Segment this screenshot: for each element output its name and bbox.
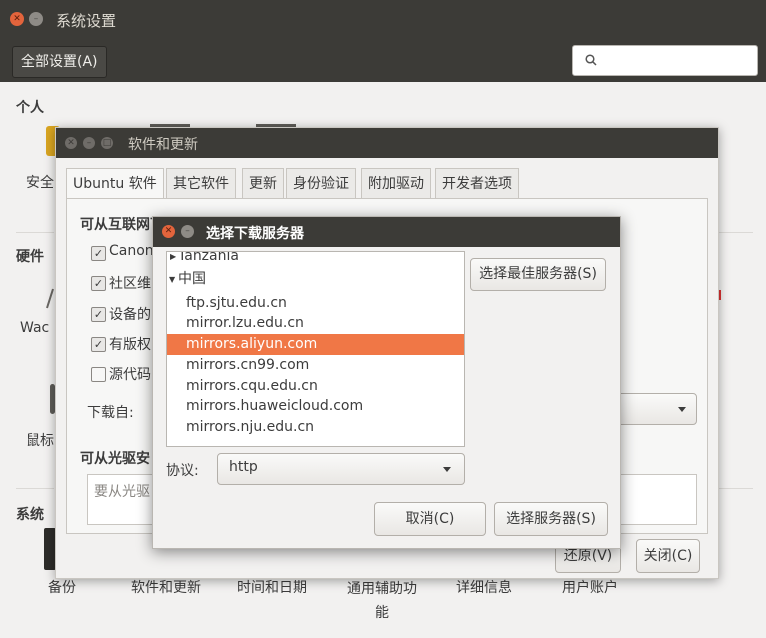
maximize-icon[interactable]: □ xyxy=(101,137,113,149)
divider xyxy=(16,232,54,233)
cancel-button[interactable]: 取消(C) xyxy=(374,502,486,536)
tab-ubuntu-software[interactable]: Ubuntu 软件 xyxy=(66,168,164,200)
chevron-down-icon xyxy=(443,467,451,472)
checkbox-source-code[interactable] xyxy=(91,367,106,382)
search-input[interactable] xyxy=(572,45,758,76)
grid-item-security[interactable]: 安全 xyxy=(26,172,54,192)
list-item-server[interactable]: mirrors.cn99.com xyxy=(167,355,464,376)
minimize-icon[interactable]: – xyxy=(83,137,95,149)
minimize-icon[interactable]: – xyxy=(181,225,194,238)
grid-item-user-accounts[interactable]: 用户账户 xyxy=(562,577,618,597)
close-button[interactable]: 关闭(C) xyxy=(636,539,700,573)
main-titlebar: ✕ – 系统设置 xyxy=(0,0,766,38)
all-settings-button[interactable]: 全部设置(A) xyxy=(12,46,107,78)
minimize-icon[interactable]: – xyxy=(29,12,43,26)
window-title: 软件和更新 xyxy=(128,137,198,153)
select-server-dialog: ✕ – 选择下载服务器 ▶ Tanzania ▼ 中国 ftp.sjtu.edu… xyxy=(152,216,621,549)
list-item-country[interactable]: ▼ 中国 xyxy=(167,269,464,290)
divider xyxy=(16,488,54,489)
divider xyxy=(717,232,753,233)
section-personal-label: 个人 xyxy=(16,100,44,116)
protocol-combo[interactable]: http xyxy=(217,453,465,485)
list-item-country[interactable]: ▶ Tanzania xyxy=(167,252,464,267)
grid-item-wacom[interactable]: Wac xyxy=(20,320,49,336)
section-hardware-label: 硬件 xyxy=(16,249,44,265)
list-item-server[interactable]: mirrors.nju.edu.cn xyxy=(167,417,464,438)
checkbox-source-code-label: 源代码 xyxy=(109,367,151,383)
list-item-server-selected[interactable]: mirrors.aliyun.com xyxy=(167,334,464,355)
window-title: 系统设置 xyxy=(56,12,117,30)
tab-other-software[interactable]: 其它软件 xyxy=(166,168,236,199)
download-from-label: 下载自: xyxy=(87,405,134,421)
tab-authentication[interactable]: 身份验证 xyxy=(286,168,356,199)
close-icon[interactable]: ✕ xyxy=(162,225,175,238)
list-item-server[interactable]: mirrors.huaweicloud.com xyxy=(167,396,464,417)
software-updates-titlebar: ✕ – □ 软件和更新 xyxy=(56,128,718,158)
checkbox-multiverse[interactable]: ✓ xyxy=(91,337,106,352)
choose-server-button[interactable]: 选择服务器(S) xyxy=(494,502,608,536)
grid-item-backup[interactable]: 备份 xyxy=(48,577,76,597)
list-item-server[interactable]: mirrors.cqu.edu.cn xyxy=(167,376,464,397)
chevron-right-icon: ▶ xyxy=(170,252,177,261)
divider xyxy=(717,488,753,489)
checkbox-restricted-label: 设备的 xyxy=(109,307,151,323)
tab-updates[interactable]: 更新 xyxy=(242,168,284,199)
tab-additional-drivers[interactable]: 附加驱动 xyxy=(361,168,431,199)
grid-item-accessibility[interactable]: 通用辅助功 能 xyxy=(342,577,422,625)
close-icon[interactable]: ✕ xyxy=(65,137,77,149)
grid-item-mouse[interactable]: 鼠标 xyxy=(26,430,54,450)
close-icon[interactable]: ✕ xyxy=(10,12,24,26)
tab-developer-options[interactable]: 开发者选项 xyxy=(435,168,519,199)
cdrom-placeholder: 要从光驱 xyxy=(94,484,150,500)
checkbox-main-label: Canon xyxy=(109,243,154,259)
select-best-server-button[interactable]: 选择最佳服务器(S) xyxy=(470,258,606,291)
server-list[interactable]: ▶ Tanzania ▼ 中国 ftp.sjtu.edu.cn mirror.l… xyxy=(166,251,465,447)
list-item-server[interactable]: mirror.lzu.edu.cn xyxy=(167,313,464,334)
dialog-title: 选择下载服务器 xyxy=(206,226,304,242)
grid-item-date-time[interactable]: 时间和日期 xyxy=(237,577,307,597)
checkbox-restricted[interactable]: ✓ xyxy=(91,307,106,322)
protocol-value: http xyxy=(229,459,258,475)
checkbox-multiverse-label: 有版权 xyxy=(109,337,151,353)
wacom-icon[interactable] xyxy=(45,288,55,310)
checkbox-universe-label: 社区维 xyxy=(109,276,151,292)
select-server-titlebar: ✕ – 选择下载服务器 xyxy=(153,217,620,247)
checkbox-universe[interactable]: ✓ xyxy=(91,276,106,291)
chevron-down-icon: ▼ xyxy=(169,275,176,284)
protocol-label: 协议: xyxy=(166,463,199,479)
search-icon xyxy=(585,54,597,66)
grid-item-details[interactable]: 详细信息 xyxy=(456,577,512,597)
section-system-label: 系统 xyxy=(16,507,44,523)
list-item-server[interactable]: ftp.sjtu.edu.cn xyxy=(167,293,464,314)
grid-item-software-updates[interactable]: 软件和更新 xyxy=(131,577,201,597)
chevron-down-icon xyxy=(678,407,686,412)
cdrom-section-label: 可从光驱安 xyxy=(80,451,150,467)
checkbox-main[interactable]: ✓ xyxy=(91,246,106,261)
